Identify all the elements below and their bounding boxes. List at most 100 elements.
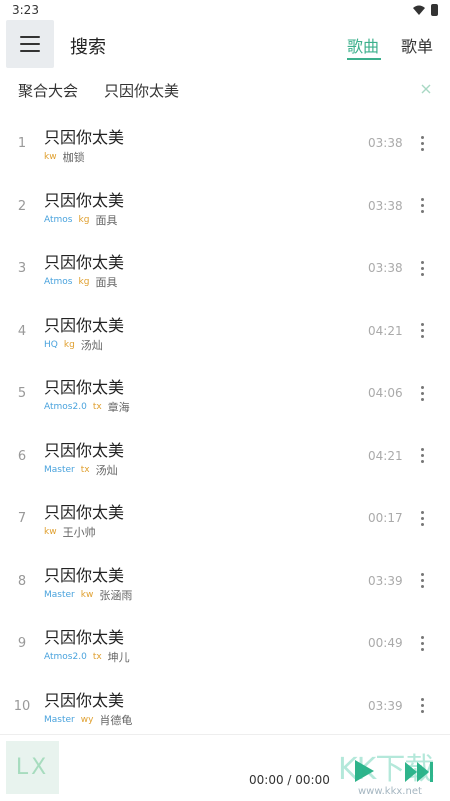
song-title: 只因你太美 (44, 440, 125, 460)
song-meta: Master tx 汤灿 (44, 462, 118, 478)
song-row[interactable]: 4 只因你太美 HQ kg 汤灿 04:21 (0, 301, 450, 364)
song-meta: Atmos2.0 tx 章海 (44, 399, 130, 415)
playback-time: 00:00 / 00:00 (249, 773, 330, 787)
song-index: 8 (17, 573, 27, 589)
song-title: 只因你太美 (44, 690, 125, 710)
more-options-button[interactable] (412, 193, 432, 219)
tab-playlists[interactable]: 歌单 (401, 33, 433, 57)
source-tag: kw (44, 152, 57, 162)
source-tag: kg (63, 339, 75, 350)
song-duration: 03:39 (368, 698, 403, 713)
more-options-button[interactable] (412, 505, 432, 531)
song-list: 1 只因你太美 kw 枷锁 03:38 2 只因你太美 Atmos kg 面具 … (0, 113, 450, 733)
song-index: 2 (17, 198, 27, 214)
more-options-button[interactable] (412, 630, 432, 656)
source-tag: tx (92, 652, 102, 662)
more-options-button[interactable] (412, 255, 432, 281)
song-meta: Atmos2.0 tx 坤儿 (44, 649, 130, 665)
song-singer: 肖德龟 (99, 713, 133, 727)
song-duration: 03:39 (368, 573, 403, 588)
song-singer: 张涵雨 (99, 588, 133, 602)
song-row[interactable]: 8 只因你太美 Master kw 张涵雨 03:39 (0, 551, 450, 614)
more-options-button[interactable] (412, 568, 432, 594)
song-index: 3 (17, 261, 27, 276)
more-options-button[interactable] (412, 443, 432, 469)
song-singer: 王小帅 (62, 526, 96, 539)
status-time: 3:23 (12, 3, 39, 17)
status-icons (413, 4, 438, 16)
battery-icon (431, 4, 438, 16)
source-selector[interactable]: 聚合大会 (18, 80, 78, 101)
source-tag: wy (80, 714, 94, 725)
wifi-icon (413, 5, 425, 15)
song-meta: HQ kg 汤灿 (44, 337, 103, 353)
song-singer: 章海 (107, 401, 130, 414)
song-row[interactable]: 7 只因你太美 kw 王小帅 00:17 (0, 488, 450, 551)
quality-tag: Master (44, 714, 75, 725)
quality-tag: Master (44, 589, 75, 600)
song-row[interactable]: 9 只因你太美 Atmos2.0 tx 坤儿 00:49 (0, 613, 450, 676)
active-tab-indicator (347, 58, 381, 60)
next-track-icon[interactable] (404, 761, 434, 783)
source-tag: tx (80, 464, 90, 475)
quality-tag: Atmos (44, 214, 73, 225)
search-query[interactable]: 只因你太美 (104, 80, 179, 101)
more-options-button[interactable] (412, 318, 432, 344)
cover-logo-text: LX (15, 755, 50, 780)
song-row[interactable]: 5 只因你太美 Atmos2.0 tx 章海 04:06 (0, 363, 450, 426)
player-bar: LX 00:00 / 00:00 (0, 734, 450, 801)
song-duration: 04:21 (368, 323, 403, 338)
quality-tag: Atmos (44, 277, 73, 287)
song-row[interactable]: 3 只因你太美 Atmos kg 面具 03:38 (0, 238, 450, 301)
source-tag: kg (78, 214, 90, 225)
song-meta: Atmos kg 面具 (44, 274, 117, 290)
song-index: 9 (17, 636, 27, 651)
song-singer: 面具 (95, 276, 118, 289)
page-title: 搜索 (70, 37, 106, 58)
song-title: 只因你太美 (44, 628, 125, 647)
song-duration: 00:49 (368, 636, 403, 650)
menu-icon (20, 36, 40, 52)
song-duration: 04:21 (368, 448, 403, 463)
source-tag: kw (80, 589, 94, 600)
tab-songs[interactable]: 歌曲 (347, 33, 379, 57)
song-row[interactable]: 6 只因你太美 Master tx 汤灿 04:21 (0, 426, 450, 489)
source-tag: tx (92, 402, 102, 412)
song-duration: 03:38 (368, 136, 403, 150)
song-duration: 00:17 (368, 511, 403, 525)
song-meta: Atmos kg 面具 (44, 212, 117, 228)
menu-button[interactable] (6, 20, 54, 68)
song-row[interactable]: 1 只因你太美 kw 枷锁 03:38 (0, 113, 450, 176)
song-index: 5 (17, 386, 27, 401)
song-title: 只因你太美 (44, 253, 125, 272)
song-singer: 坤儿 (107, 651, 130, 664)
song-title: 只因你太美 (44, 503, 125, 522)
source-tag: kw (44, 527, 57, 537)
song-row[interactable]: 10 只因你太美 Master wy 肖德龟 03:39 (0, 676, 450, 734)
song-index: 1 (17, 136, 27, 151)
song-singer: 汤灿 (95, 463, 118, 477)
song-title: 只因你太美 (44, 565, 125, 585)
clear-icon[interactable] (418, 81, 434, 97)
song-index: 7 (17, 511, 27, 526)
song-meta: kw 王小帅 (44, 524, 96, 540)
search-info-row: 聚合大会 只因你太美 (0, 76, 450, 104)
song-duration: 04:06 (368, 386, 403, 400)
song-meta: kw 枷锁 (44, 149, 85, 165)
song-singer: 枷锁 (62, 151, 85, 164)
song-title: 只因你太美 (44, 190, 125, 210)
song-index: 6 (17, 448, 27, 464)
album-cover[interactable]: LX (6, 741, 59, 794)
song-title: 只因你太美 (44, 128, 125, 147)
song-duration: 03:38 (368, 198, 403, 213)
more-options-button[interactable] (412, 130, 432, 156)
quality-tag: HQ (44, 339, 58, 350)
song-index: 4 (17, 323, 27, 339)
song-title: 只因你太美 (44, 315, 125, 335)
play-icon[interactable] (352, 759, 376, 783)
more-options-button[interactable] (412, 693, 432, 719)
song-row[interactable]: 2 只因你太美 Atmos kg 面具 03:38 (0, 176, 450, 239)
more-options-button[interactable] (412, 380, 432, 406)
song-singer: 汤灿 (80, 338, 103, 352)
quality-tag: Master (44, 464, 75, 475)
